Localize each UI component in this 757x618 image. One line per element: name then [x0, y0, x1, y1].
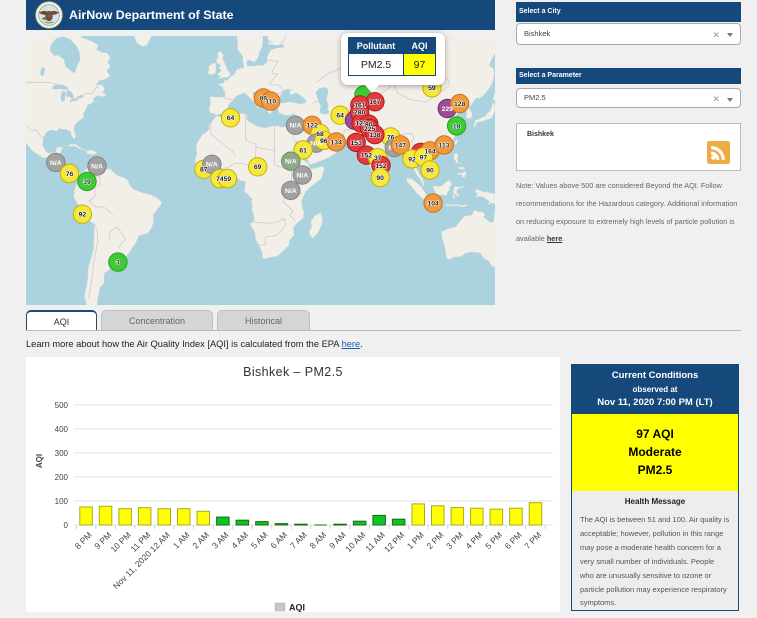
svg-text:N/A: N/A: [285, 188, 297, 195]
svg-text:N/A: N/A: [290, 123, 302, 130]
svg-text:200: 200: [55, 473, 69, 482]
svg-text:8 PM: 8 PM: [73, 530, 94, 551]
svg-text:90: 90: [426, 167, 434, 174]
svg-text:138: 138: [369, 132, 381, 139]
svg-text:AQI: AQI: [35, 454, 44, 468]
svg-text:1 AM: 1 AM: [171, 530, 192, 551]
svg-text:7 AM: 7 AM: [288, 530, 309, 551]
svg-text:280: 280: [354, 110, 366, 117]
svg-text:6 PM: 6 PM: [503, 530, 524, 551]
svg-text:0: 0: [64, 521, 69, 530]
svg-text:64: 64: [336, 113, 344, 120]
svg-text:5 PM: 5 PM: [483, 530, 504, 551]
svg-text:92: 92: [79, 212, 87, 219]
svg-text:97: 97: [420, 154, 428, 161]
svg-text:128: 128: [454, 101, 466, 108]
svg-text:104: 104: [427, 201, 439, 208]
svg-text:400: 400: [55, 425, 69, 434]
svg-text:96: 96: [320, 138, 328, 145]
svg-text:92: 92: [408, 156, 416, 163]
svg-text:4 AM: 4 AM: [229, 530, 250, 551]
svg-text:3 PM: 3 PM: [444, 530, 465, 551]
svg-text:113: 113: [439, 142, 450, 149]
svg-text:161: 161: [354, 102, 366, 109]
svg-text:1 PM: 1 PM: [405, 530, 426, 551]
svg-text:152: 152: [375, 163, 387, 170]
svg-text:N/A: N/A: [285, 159, 297, 166]
svg-text:147: 147: [395, 142, 407, 149]
svg-text:2 PM: 2 PM: [424, 530, 445, 551]
svg-text:2 AM: 2 AM: [190, 530, 211, 551]
svg-text:4 PM: 4 PM: [463, 530, 484, 551]
svg-text:Bishkek – PM2.5: Bishkek – PM2.5: [243, 365, 343, 379]
svg-text:100: 100: [55, 497, 69, 506]
svg-text:64: 64: [227, 115, 235, 122]
svg-text:AQI: AQI: [289, 603, 305, 613]
svg-text:61: 61: [299, 147, 307, 154]
svg-text:500: 500: [55, 401, 69, 410]
svg-text:6 AM: 6 AM: [268, 530, 289, 551]
svg-text:N/A: N/A: [50, 160, 62, 167]
svg-text:76: 76: [66, 171, 74, 178]
svg-text:N/A: N/A: [206, 162, 218, 169]
svg-text:76: 76: [387, 134, 395, 141]
svg-text:90: 90: [376, 175, 384, 182]
svg-text:134: 134: [331, 139, 343, 146]
svg-text:7 PM: 7 PM: [522, 530, 543, 551]
svg-text:153: 153: [351, 140, 363, 147]
svg-text:11 AM: 11 AM: [363, 530, 387, 554]
svg-text:12 PM: 12 PM: [382, 530, 406, 554]
svg-text:229: 229: [442, 106, 454, 113]
svg-text:152: 152: [361, 153, 373, 160]
svg-text:N/A: N/A: [91, 163, 103, 170]
svg-text:N/A: N/A: [296, 172, 308, 179]
svg-text:110: 110: [265, 99, 276, 106]
svg-text:10 AM: 10 AM: [343, 530, 367, 554]
svg-text:300: 300: [55, 449, 69, 458]
svg-text:3 AM: 3 AM: [210, 530, 231, 551]
svg-text:69: 69: [254, 164, 262, 171]
svg-text:18: 18: [453, 123, 461, 130]
svg-text:10 PM: 10 PM: [108, 530, 132, 554]
svg-text:122: 122: [307, 123, 319, 130]
svg-text:3: 3: [116, 260, 120, 267]
svg-text:5 AM: 5 AM: [249, 530, 270, 551]
svg-text:37: 37: [374, 155, 382, 162]
svg-text:59: 59: [224, 176, 232, 183]
svg-text:167: 167: [369, 99, 381, 106]
svg-text:8 AM: 8 AM: [308, 530, 329, 551]
svg-text:39: 39: [83, 179, 91, 186]
svg-text:59: 59: [428, 85, 436, 92]
